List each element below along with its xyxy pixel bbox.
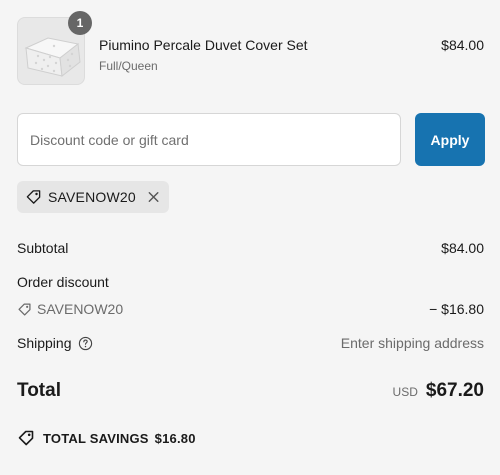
tag-icon [18,430,34,446]
shipping-line: Shipping [17,335,93,351]
close-icon[interactable] [146,189,161,205]
product-variant: Full/Queen [99,59,158,73]
total-amount: $67.20 [425,380,484,401]
discount-code-line: SAVENOW20 [17,301,123,317]
shipping-label: Shipping [17,335,72,351]
applied-code-text: SAVENOW20 [47,189,136,205]
apply-button[interactable]: Apply [415,113,485,166]
subtotal-value: $84.00 [441,240,484,256]
total-currency: USD [392,385,418,399]
order-discount-label: Order discount [17,274,109,290]
product-price: $84.00 [441,37,484,53]
total-value-group: USD $67.20 [393,380,484,402]
shipping-value: Enter shipping address [340,335,484,351]
help-circle-icon[interactable] [78,336,93,351]
tag-icon [26,190,41,204]
product-name: Piumino Percale Duvet Cover Set [99,37,308,53]
total-savings: TOTAL SAVINGS $16.80 [17,429,196,447]
quantity-badge: 1 [68,11,92,35]
tag-icon [18,302,31,316]
total-savings-value: $16.80 [154,430,196,446]
discount-value: − $16.80 [429,301,484,317]
applied-discount-chip: SAVENOW20 [17,181,169,213]
total-savings-label: TOTAL SAVINGS [43,430,149,446]
discount-code-input[interactable] [17,113,401,166]
total-label: Total [17,380,61,401]
discount-code-label: SAVENOW20 [37,301,124,317]
subtotal-label: Subtotal [17,240,69,256]
